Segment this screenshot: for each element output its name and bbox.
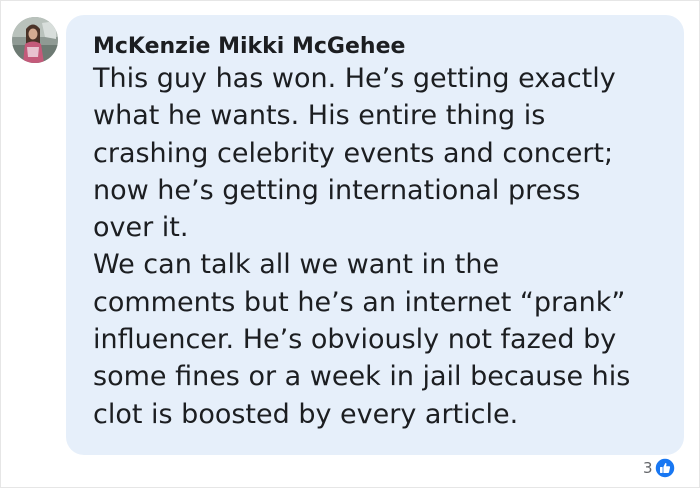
comment-paragraph: This guy has won. He’s getting exactly w… [93, 60, 673, 246]
comment-line: influencer. He’s obviously not fazed by [93, 324, 617, 356]
comment-line: now he’s getting international press [93, 174, 581, 206]
comment-line: clot is boosted by every article. [93, 398, 519, 430]
comment-paragraph: We can talk all we want in the comments … [93, 246, 673, 432]
like-thumbs-up-icon [653, 457, 676, 479]
comment-bubble: McKenzie Mikki McGehee This guy has won.… [66, 15, 684, 455]
comment-line: over it. [93, 212, 189, 244]
comment-line: This guy has won. He’s getting exactly [93, 63, 616, 94]
avatar-photo [12, 17, 58, 63]
avatar[interactable] [12, 17, 58, 63]
comment-line: what he wants. His entire thing is [93, 100, 546, 132]
comment-line: comments but he’s an internet “prank” [93, 286, 626, 318]
comment-line: crashing celebrity events and concert; [93, 137, 614, 169]
comment-line: We can talk all we want in the [93, 249, 500, 281]
comment-text: This guy has won. He’s getting exactly w… [93, 60, 673, 433]
reaction-summary[interactable]: 3 [643, 456, 676, 480]
comment-author[interactable]: McKenzie Mikki McGehee [93, 34, 405, 59]
comment-line: some fines or a week in jail because his [93, 361, 631, 393]
reaction-count: 3 [643, 459, 653, 477]
